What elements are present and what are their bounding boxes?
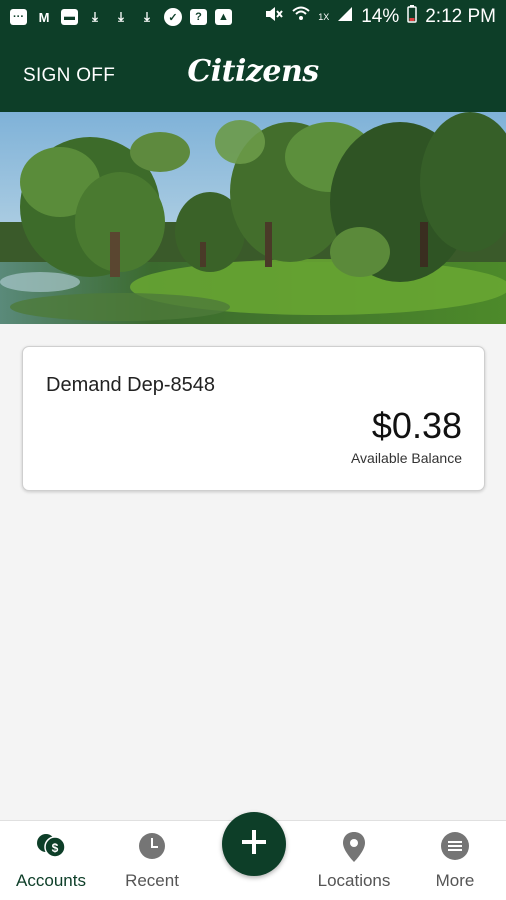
- nav-label-recent: Recent: [125, 871, 179, 890]
- notification-icons: ··· M ▬ ⤓ ⤓ ⤓ ✓ ? ▲: [10, 8, 232, 26]
- save-icon: ▬: [61, 9, 78, 25]
- account-card[interactable]: Demand Dep-8548 $0.38 Available Balance: [22, 346, 485, 491]
- hero-swamp-image: [0, 112, 506, 324]
- nav-accounts[interactable]: $ Accounts: [0, 821, 102, 900]
- download-icon: ⤓: [144, 9, 150, 24]
- svg-text:$: $: [52, 841, 59, 855]
- nav-label-accounts: Accounts: [16, 871, 86, 890]
- clock-time: 2:12 PM: [425, 6, 496, 27]
- battery-percent: 14%: [361, 6, 400, 27]
- citizens-logo: Citizens: [187, 54, 319, 89]
- nav-more[interactable]: More: [404, 821, 506, 900]
- download-icon: ⤓: [118, 9, 124, 24]
- mute-icon: [264, 5, 284, 29]
- message-icon: ···: [10, 9, 27, 25]
- nav-label-more: More: [435, 871, 475, 890]
- help-icon: ?: [190, 9, 207, 25]
- add-action-button[interactable]: [222, 812, 286, 876]
- nav-locations[interactable]: Locations: [304, 821, 404, 900]
- download-icon: ⤓: [92, 9, 98, 24]
- accounts-icon: $: [34, 831, 68, 866]
- plus-icon: [240, 828, 268, 861]
- balance-label: Available Balance: [350, 450, 462, 466]
- app-header: SIGN OFF Citizens: [0, 34, 506, 112]
- account-name: Demand Dep-8548: [46, 374, 215, 396]
- nav-recent[interactable]: Recent: [102, 821, 202, 900]
- clock-icon: [137, 831, 167, 866]
- signal-icon: [337, 6, 353, 28]
- wifi-icon: [292, 5, 310, 29]
- gmail-icon: M: [38, 9, 50, 25]
- nav-label-locations: Locations: [317, 871, 391, 890]
- battery-icon: [407, 5, 417, 29]
- location-pin-icon: [342, 831, 366, 868]
- check-icon: ✓: [164, 8, 182, 26]
- image-icon: ▲: [215, 9, 232, 25]
- status-bar: ··· M ▬ ⤓ ⤓ ⤓ ✓ ? ▲ 1X 14% 2:12 PM: [0, 0, 506, 34]
- account-balance: $0.38: [371, 405, 462, 446]
- menu-icon: [440, 831, 470, 866]
- network-type-label: 1X: [318, 12, 330, 22]
